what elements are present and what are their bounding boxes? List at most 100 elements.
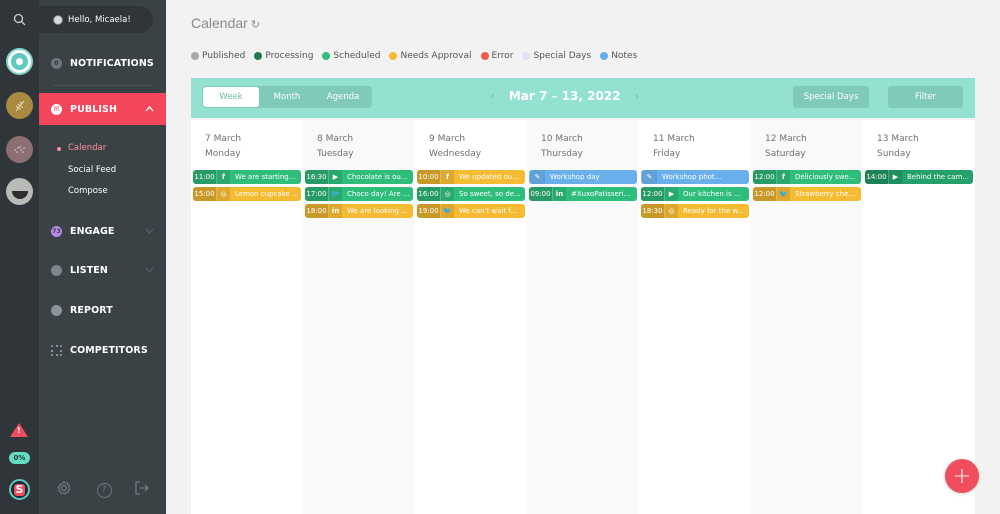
account-avatar-bowl[interactable] (6, 178, 33, 205)
nav-label: ENGAGE (70, 225, 115, 237)
logout-icon[interactable] (133, 480, 151, 500)
calendar-event[interactable]: 16:30 ▶ Chocolate is ou... (305, 170, 413, 184)
legend-dot-icon (191, 52, 199, 60)
linkedin-icon: in (552, 187, 566, 201)
nav-notifications[interactable]: 0 NOTIFICATIONS (39, 47, 166, 79)
event-list: 16:30 ▶ Chocolate is ou... 17:00 🐦 Choco day!… (303, 168, 415, 218)
legend-item: Special Days (522, 51, 591, 61)
day-header: 13 March Sunday (863, 120, 975, 168)
fern-icon (15, 100, 24, 111)
account-avatar-donut[interactable] (6, 48, 33, 75)
report-icon (51, 304, 62, 316)
day-column[interactable]: 9 March Wednesday 10:00 f We updated ou... 16… (415, 120, 527, 514)
instagram-icon: ◎ (664, 204, 678, 218)
nav-engage[interactable]: 73 ENGAGE (39, 215, 166, 247)
twitter-icon: 🐦 (776, 187, 790, 201)
nav-publish[interactable]: ✉ PUBLISH (39, 93, 166, 125)
event-time: 16:30 (305, 170, 328, 184)
legend-item: Notes (600, 51, 637, 61)
event-text: Lemon cupcake ... (235, 190, 299, 198)
settings-gear-icon[interactable] (55, 480, 73, 500)
calendar-event[interactable]: 16:00 ◎ So sweet, so de... (417, 187, 525, 201)
legend-item: Needs Approval (389, 51, 472, 61)
event-list: 12:00 f Deliciously swe... 12:00 🐦 Strawberry… (751, 168, 863, 201)
page-title: Calendar ↻ (191, 15, 261, 31)
help-icon[interactable]: ? (95, 480, 113, 498)
event-time: 18:00 (305, 204, 328, 218)
nav-report[interactable]: REPORT (39, 294, 166, 326)
legend-label: Needs Approval (400, 51, 472, 61)
day-column[interactable]: 10 March Thursday ✎ Workshop day 09:00 in #Xux… (527, 120, 639, 514)
next-week-chevron-icon[interactable]: › (635, 89, 640, 103)
engage-count-icon: 73 (51, 225, 62, 237)
event-text: Strawberry che... (795, 190, 856, 198)
calendar-event[interactable]: ✎ Workshop phot... (641, 170, 749, 184)
nav-sub-compose[interactable]: Compose (68, 186, 108, 196)
event-time: 18:30 (641, 204, 664, 218)
twitter-icon: 🐦 (440, 204, 454, 218)
nav-listen[interactable]: LISTEN (39, 254, 166, 286)
calendar-event[interactable]: 09:00 in #XuxoPatisseri... (529, 187, 637, 201)
day-header: 12 March Saturday (751, 120, 863, 168)
event-text: Chocolate is ou... (347, 173, 408, 181)
event-text: Behind the cam... (907, 173, 969, 181)
legend-label: Special Days (533, 51, 592, 61)
day-date: 11 March (653, 134, 695, 144)
nav-sub-social-feed[interactable]: Social Feed (68, 165, 116, 175)
app-root: ! 0% S Hello, Micaela! 0 NOTIFICATIONS ✉… (0, 0, 1000, 514)
calendar-event[interactable]: 11:00 f We are starting... (193, 170, 301, 184)
legend-label: Published (202, 51, 246, 61)
date-range-navigator: ‹ Mar 7 – 13, 2022 › (476, 89, 653, 103)
calendar-event[interactable]: 17:00 🐦 Choco day! Are ... (305, 187, 413, 201)
day-column[interactable]: 12 March Saturday 12:00 f Deliciously swe...… (751, 120, 863, 514)
view-agenda-button[interactable]: Agenda (315, 87, 371, 107)
refresh-icon[interactable]: ↻ (251, 19, 260, 31)
nav-competitors[interactable]: COMPETITORS (39, 334, 166, 366)
event-text: Ready for the w... (683, 207, 745, 215)
account-avatar-fern[interactable] (6, 92, 33, 119)
calendar-event[interactable]: 18:30 ◎ Ready for the w... (641, 204, 749, 218)
calendar-event[interactable]: 15:00 ◎ Lemon cupcake ... (193, 187, 301, 201)
view-week-button[interactable]: Week (203, 87, 259, 107)
facebook-icon: f (776, 170, 790, 184)
account-avatar-sprinkles[interactable] (6, 136, 33, 163)
legend-label: Error (491, 51, 514, 61)
warning-icon[interactable]: ! (10, 423, 28, 437)
calendar-event[interactable]: 10:00 f We updated ou... (417, 170, 525, 184)
view-month-button[interactable]: Month (259, 87, 315, 107)
prev-week-chevron-icon[interactable]: ‹ (490, 89, 495, 103)
calendar-event[interactable]: 12:00 ▶ Our kitchen is ... (641, 187, 749, 201)
event-time: 11:00 (193, 170, 216, 184)
event-list: 10:00 f We updated ou... 16:00 ◎ So sweet, so… (415, 168, 527, 218)
calendar-event[interactable]: 19:00 🐦 We can't wait f... (417, 204, 525, 218)
event-text: Workshop phot... (662, 173, 722, 181)
user-greeting[interactable]: Hello, Micaela! (39, 6, 153, 33)
special-days-button[interactable]: Special Days (793, 86, 869, 108)
event-text: Deliciously swe... (795, 173, 856, 181)
progress-badge[interactable]: 0% (9, 452, 30, 464)
day-column[interactable]: 13 March Sunday 14:00 ▶ Behind the cam... (863, 120, 975, 514)
event-time: 15:00 (193, 187, 216, 201)
calendar-event[interactable]: 12:00 f Deliciously swe... (753, 170, 861, 184)
day-header: 8 March Tuesday (303, 120, 415, 168)
instagram-icon: ◎ (216, 187, 230, 201)
calendar-event[interactable]: 12:00 🐦 Strawberry che... (753, 187, 861, 201)
chevron-down-icon (145, 226, 154, 237)
greeting-text: Hello, Micaela! (68, 14, 131, 25)
event-text: We are starting... (235, 173, 296, 181)
add-post-button[interactable]: + (945, 459, 979, 493)
nav-sub-calendar[interactable]: Calendar (56, 143, 106, 153)
day-weekday: Monday (205, 149, 241, 159)
day-column[interactable]: 7 March Monday 11:00 f We are starting... 15:… (191, 120, 303, 514)
search-icon[interactable] (6, 6, 33, 33)
calendar-event[interactable]: 18:00 in We are looking ... (305, 204, 413, 218)
nav-divider (53, 85, 153, 86)
day-column[interactable]: 11 March Friday ✎ Workshop phot... 12:00 ▶ Our… (639, 120, 751, 514)
calendar-event[interactable]: ✎ Workshop day (529, 170, 637, 184)
calendar-event[interactable]: 14:00 ▶ Behind the cam... (865, 170, 973, 184)
brand-logo[interactable]: S (9, 479, 30, 500)
calendar-page: Calendar ↻ Published Processing Scheduled Ne… (166, 0, 1000, 514)
day-column[interactable]: 8 March Tuesday 16:30 ▶ Chocolate is ou... 17… (303, 120, 415, 514)
day-weekday: Thursday (541, 149, 583, 159)
filter-button[interactable]: Filter (888, 86, 963, 108)
